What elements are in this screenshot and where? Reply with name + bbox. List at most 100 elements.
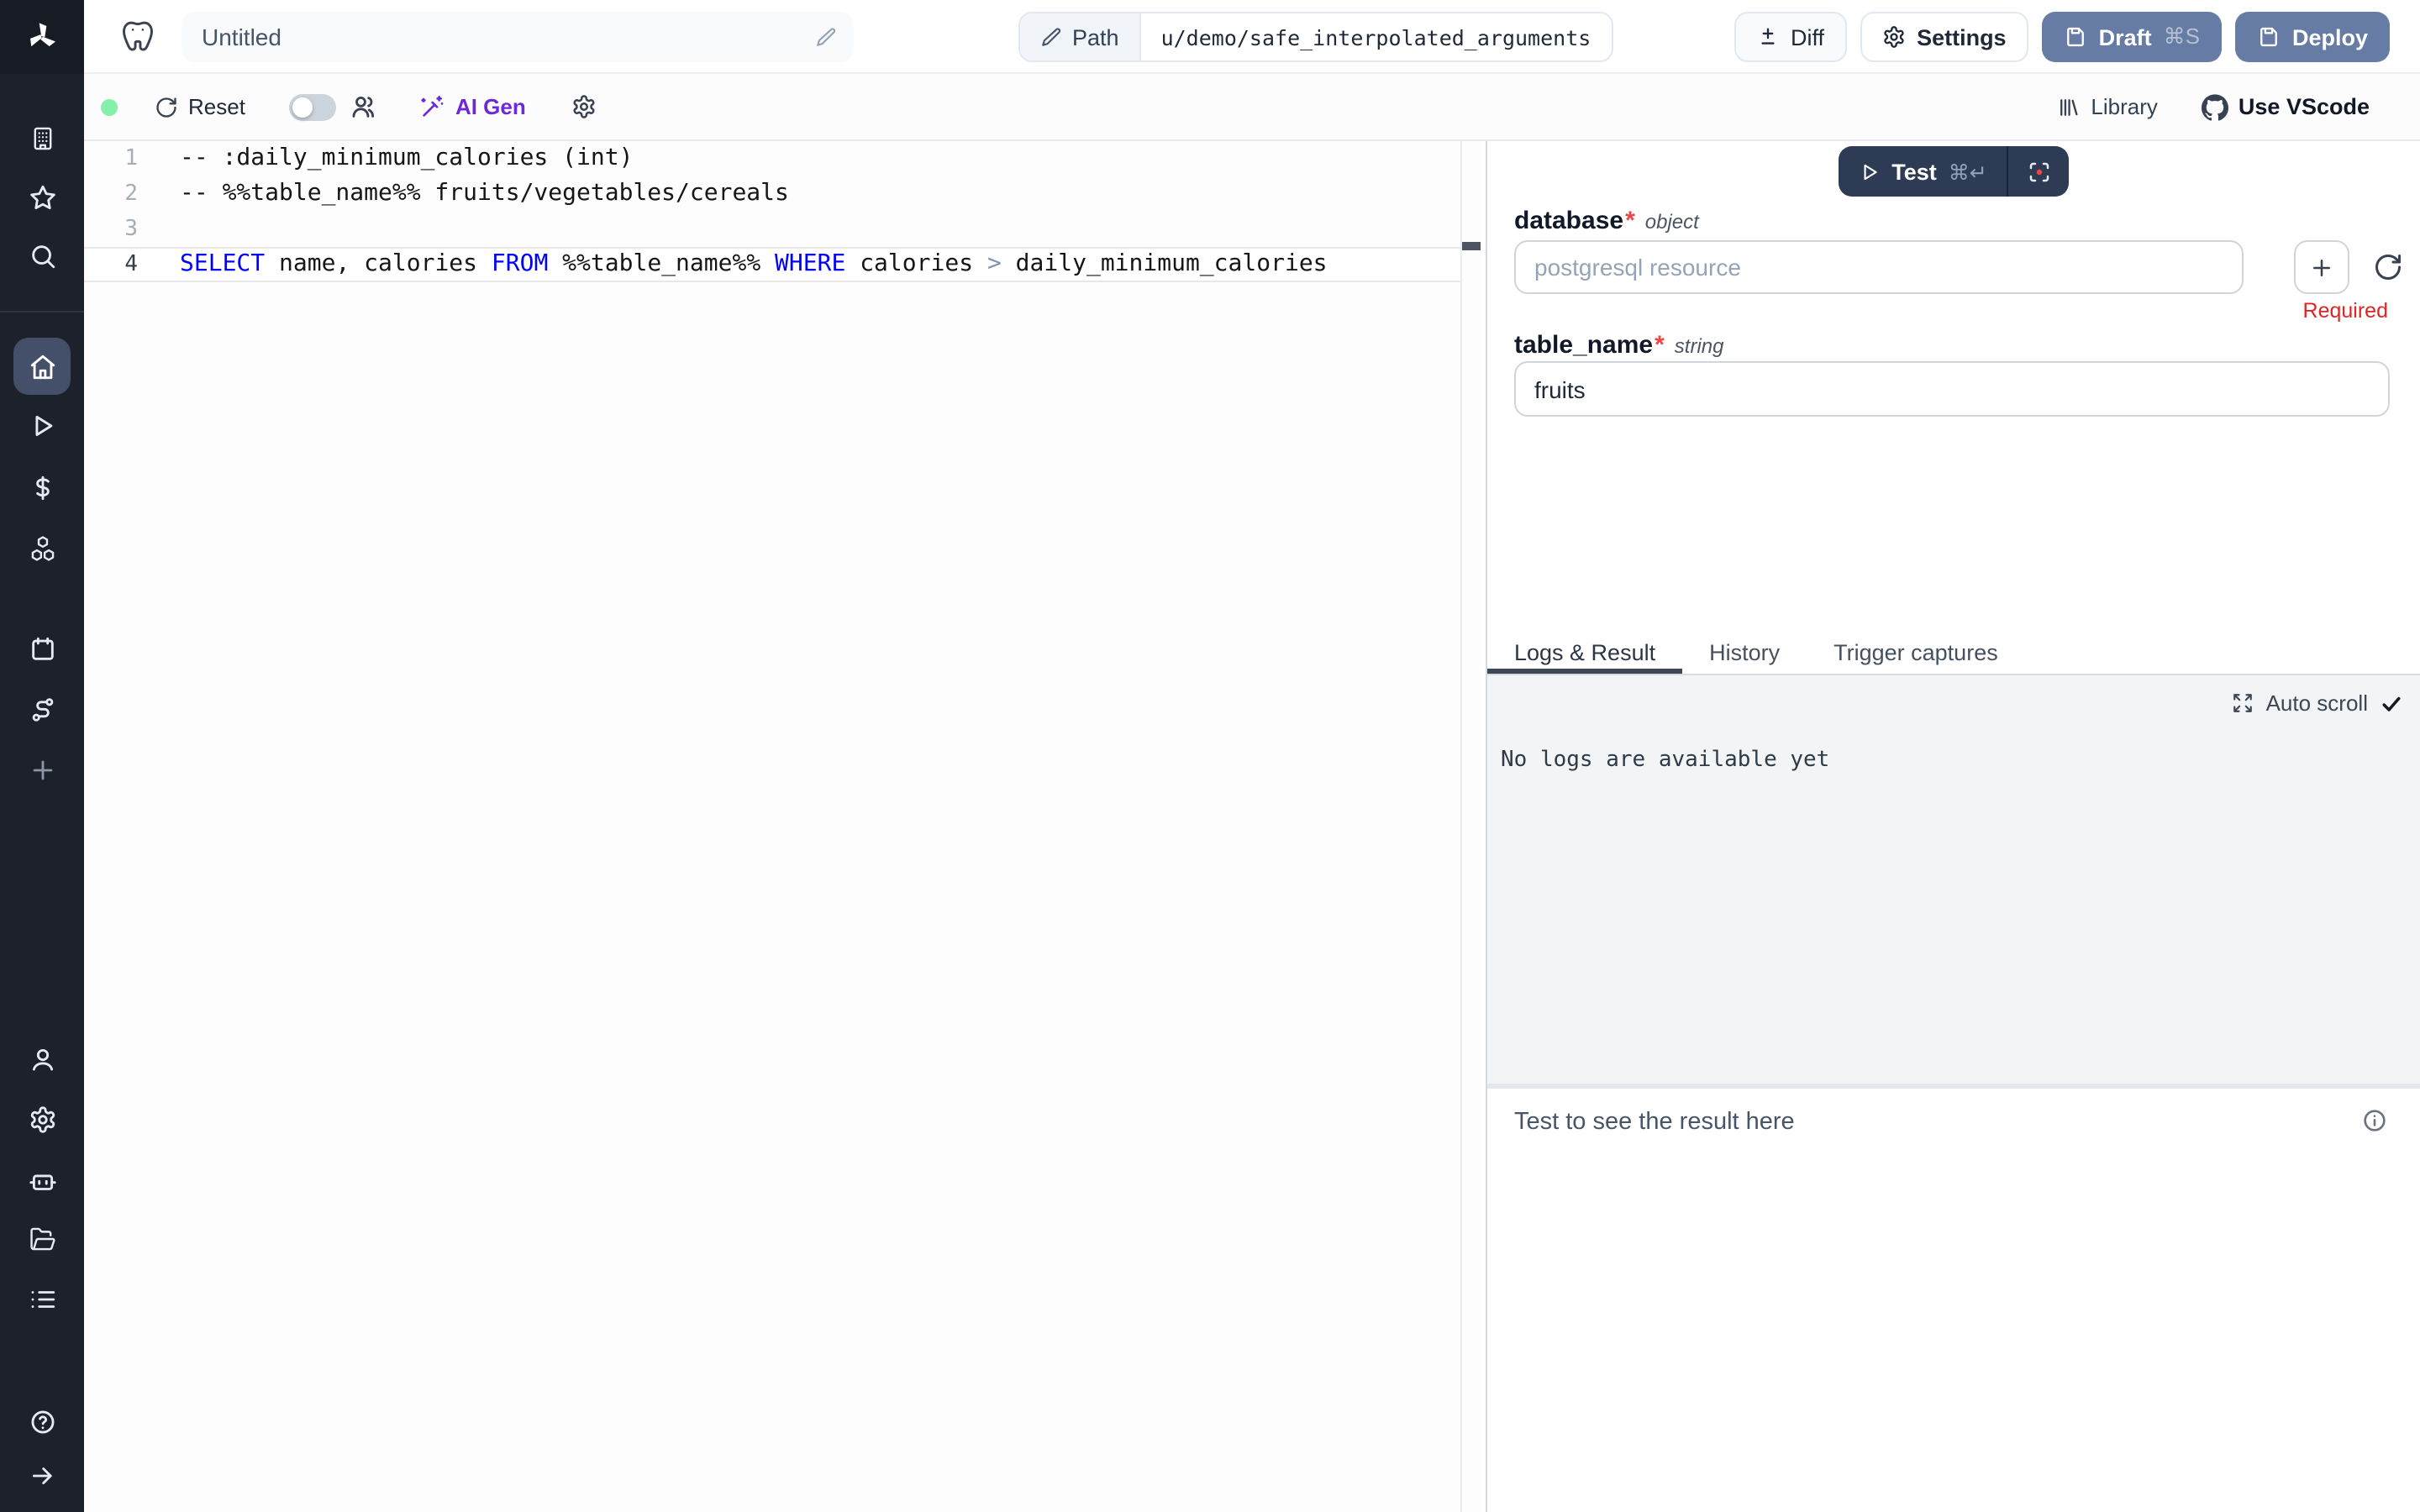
line-number: 3: [84, 212, 138, 247]
ai-gen-button[interactable]: AI Gen: [418, 93, 526, 120]
table-name-field-label: table_name* string: [1514, 331, 1723, 360]
draft-shortcut: ⌘S: [2164, 24, 2200, 50]
sidebar-item-spend-dollar-icon[interactable]: [0, 467, 84, 507]
ai-robot-icon[interactable]: [0, 1161, 84, 1201]
editor-settings-gear-icon[interactable]: [571, 94, 597, 119]
line-number: 2: [84, 176, 138, 212]
use-vscode-label: Use VScode: [2238, 94, 2370, 119]
save-icon: [2064, 25, 2087, 49]
check-icon: [2380, 691, 2403, 715]
sidebar: [0, 0, 84, 1512]
path-edit-button[interactable]: Path: [1020, 13, 1141, 60]
toolbar-right: Library Use VScode: [2057, 93, 2420, 120]
sidebar-item-flows-route-icon[interactable]: [0, 689, 84, 729]
reset-button[interactable]: Reset: [155, 94, 245, 119]
code-line-4[interactable]: 4 SELECT name, calories FROM %%table_nam…: [84, 247, 1460, 282]
deploy-label: Deploy: [2292, 24, 2368, 50]
sql-text: name, calories: [265, 250, 492, 277]
users-icon: [350, 92, 378, 121]
required-asterisk: *: [1655, 331, 1665, 360]
refresh-resource-icon[interactable]: [2373, 252, 2403, 282]
multiplayer-toggle[interactable]: [289, 93, 336, 120]
test-button-group: Test ⌘↵: [1838, 146, 2070, 197]
library-button[interactable]: Library: [2057, 94, 2158, 119]
code-text: SELECT name, calories FROM %%table_name%…: [180, 247, 1328, 282]
tab-trigger-captures[interactable]: Trigger captures: [1807, 632, 2025, 674]
capture-button[interactable]: [2009, 146, 2070, 197]
sql-text: calories: [845, 250, 987, 277]
add-resource-button[interactable]: [2294, 240, 2349, 294]
sidebar-item-home[interactable]: [13, 338, 71, 395]
search-icon[interactable]: [0, 235, 84, 276]
audit-list-icon[interactable]: [0, 1278, 84, 1319]
sql-operator: >: [987, 250, 1002, 277]
required-note: Required: [2303, 299, 2388, 323]
result-hint: Test to see the result here: [1514, 1109, 1795, 1136]
sql-keyword: WHERE: [775, 250, 845, 277]
editor-toolbar: Reset AI Gen Library Use VScode: [84, 74, 2420, 141]
no-logs-message: No logs are available yet: [1501, 748, 1829, 773]
draft-label: Draft: [2099, 24, 2152, 50]
toggle-knob: [292, 97, 313, 117]
postgresql-icon: [119, 18, 156, 55]
test-button[interactable]: Test ⌘↵: [1838, 146, 2007, 197]
code-text: -- :daily_minimum_calories (int): [180, 141, 633, 176]
code-line-3[interactable]: 3: [84, 212, 1460, 247]
test-panel: Test ⌘↵ database* object Required table_…: [1486, 141, 2420, 1512]
play-icon: [1858, 160, 1880, 182]
sidebar-item-schedules-calendar-icon[interactable]: [0, 628, 84, 669]
sql-text: %%table_name%%: [548, 250, 775, 277]
sidebar-item-runs-play-icon[interactable]: [0, 405, 84, 445]
line-number: 1: [84, 141, 138, 176]
settings-label: Settings: [1917, 24, 2007, 50]
code-line-1[interactable]: 1 -- :daily_minimum_calories (int): [84, 141, 1460, 176]
tab-logs-result[interactable]: Logs & Result: [1487, 632, 1682, 674]
edit-title-pencil-icon[interactable]: [815, 26, 837, 48]
test-label: Test: [1891, 159, 1937, 184]
help-circle-icon[interactable]: [0, 1401, 84, 1441]
folders-icon[interactable]: [0, 1218, 84, 1258]
database-input[interactable]: [1514, 240, 2244, 294]
windmill-logo[interactable]: [0, 0, 84, 74]
plus-minus-icon: [1755, 25, 1779, 49]
use-vscode-button[interactable]: Use VScode: [2202, 93, 2370, 120]
code-line-2[interactable]: 2 -- %%table_name%% fruits/vegetables/ce…: [84, 176, 1460, 212]
scan-dot-icon: [2027, 159, 2052, 184]
expand-icon[interactable]: [2233, 692, 2254, 714]
code-text: -- %%table_name%% fruits/vegetables/cere…: [180, 176, 789, 212]
path-value[interactable]: u/demo/safe_interpolated_arguments: [1141, 13, 1612, 60]
test-row: Test ⌘↵: [1487, 146, 2420, 197]
diff-button[interactable]: Diff: [1733, 12, 1846, 62]
ai-gen-label: AI Gen: [455, 94, 526, 119]
settings-gear-icon[interactable]: [0, 1099, 84, 1139]
sidebar-item-resources-cubes-icon[interactable]: [0, 528, 84, 568]
database-input-wrap: [1514, 240, 2244, 294]
overview-ruler[interactable]: [1460, 141, 1481, 1512]
workspace-building-icon[interactable]: [0, 118, 84, 158]
info-icon[interactable]: [2361, 1107, 2388, 1134]
code-editor[interactable]: 1 -- :daily_minimum_calories (int) 2 -- …: [84, 141, 1481, 1512]
tab-history[interactable]: History: [1682, 632, 1807, 674]
user-icon[interactable]: [0, 1038, 84, 1079]
auto-scroll-toggle[interactable]: Auto scroll: [2233, 690, 2403, 716]
sql-text: daily_minimum_calories: [1002, 250, 1328, 277]
cursor-position-mark: [1462, 242, 1481, 250]
field-type: object: [1645, 210, 1699, 234]
settings-button[interactable]: Settings: [1860, 12, 2028, 62]
table-name-input[interactable]: [1514, 361, 2390, 417]
status-dot: [101, 98, 118, 115]
add-plus-icon[interactable]: [0, 749, 84, 790]
topbar: Untitled Path u/demo/safe_interpolated_a…: [84, 0, 2420, 74]
draft-button[interactable]: Draft ⌘S: [2042, 12, 2222, 62]
collapse-arrow-right-icon[interactable]: [0, 1455, 84, 1495]
auto-scroll-label: Auto scroll: [2266, 690, 2368, 716]
favorites-star-icon[interactable]: [0, 176, 84, 217]
deploy-button[interactable]: Deploy: [2235, 12, 2390, 62]
sql-keyword: FROM: [492, 250, 548, 277]
line-number: 4: [84, 247, 138, 282]
script-title-input[interactable]: Untitled: [182, 12, 854, 62]
edit-path-pencil-icon: [1040, 26, 1062, 48]
required-asterisk: *: [1625, 207, 1635, 235]
windmill-script-editor: Untitled Path u/demo/safe_interpolated_a…: [0, 0, 2420, 1512]
field-name: table_name: [1514, 331, 1653, 360]
